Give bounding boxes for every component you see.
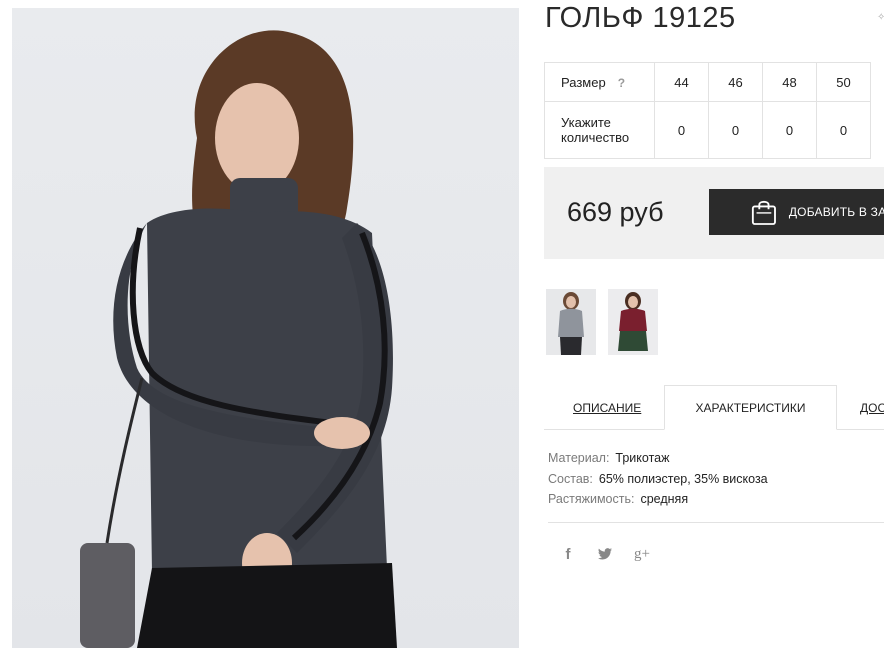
thumbnail-grey-sweater[interactable] — [546, 289, 596, 355]
size-option: 44 — [654, 62, 709, 102]
size-option: 46 — [708, 62, 763, 102]
product-title: ГОЛЬФ 19125 — [545, 2, 736, 34]
price-panel: 669 руб ДОБАВИТЬ В ЗАКАЗ — [544, 167, 884, 259]
thumbnail-burgundy-sweater[interactable] — [608, 289, 658, 355]
quantity-label-line1: Укажите — [561, 115, 611, 130]
favorite-icon[interactable]: ✧ — [877, 12, 884, 23]
product-main-image[interactable] — [12, 8, 519, 648]
tab-characteristics[interactable]: ХАРАКТЕРИСТИКИ — [664, 385, 837, 430]
spec-value: средняя — [640, 492, 689, 506]
section-divider — [548, 522, 884, 523]
facebook-icon[interactable]: f — [558, 546, 578, 566]
size-option: 48 — [762, 62, 817, 102]
spec-key: Материал: — [548, 451, 610, 465]
spec-row: Растяжимость: средняя — [548, 489, 768, 510]
tab-delivery[interactable]: ДОСТАВКА — [860, 385, 884, 430]
twitter-icon[interactable] — [595, 546, 615, 566]
google-plus-icon[interactable]: g+ — [632, 546, 652, 566]
quantity-input[interactable]: 0 — [762, 101, 817, 159]
quantity-label-cell: Укажите количество — [544, 101, 655, 159]
add-to-order-button[interactable]: ДОБАВИТЬ В ЗАКАЗ — [709, 189, 884, 235]
shopping-bag-icon — [751, 200, 776, 225]
product-price: 669 руб — [567, 197, 664, 227]
size-label: Размер — [561, 74, 606, 90]
add-to-order-label: ДОБАВИТЬ В ЗАКАЗ — [788, 205, 884, 219]
spec-key: Растяжимость: — [548, 492, 635, 506]
spec-row: Материал: Трикотаж — [548, 448, 768, 469]
size-quantity-table: Размер? 44 46 48 50 Укажите количество 0… — [544, 62, 871, 159]
quantity-input[interactable]: 0 — [816, 101, 871, 159]
size-label-cell: Размер? — [544, 62, 655, 102]
size-help-icon[interactable]: ? — [618, 76, 625, 90]
spec-row: Состав: 65% полиэстер, 35% вискоза — [548, 469, 768, 490]
quantity-input[interactable]: 0 — [654, 101, 709, 159]
tab-description[interactable]: ОПИСАНИЕ — [573, 385, 641, 430]
characteristics-list: Материал: Трикотаж Состав: 65% полиэстер, … — [548, 448, 768, 510]
spec-value: Трикотаж — [615, 451, 670, 465]
quantity-label-line2: количество — [561, 130, 630, 145]
spec-key: Состав: — [548, 471, 593, 486]
quantity-input[interactable]: 0 — [708, 101, 763, 159]
size-option: 50 — [816, 62, 871, 102]
product-info-tabs: ОПИСАНИЕ ХАРАКТЕРИСТИКИ ДОСТАВКА — [544, 385, 884, 430]
spec-value: 65% полиэстер, 35% вискоза — [598, 471, 768, 486]
